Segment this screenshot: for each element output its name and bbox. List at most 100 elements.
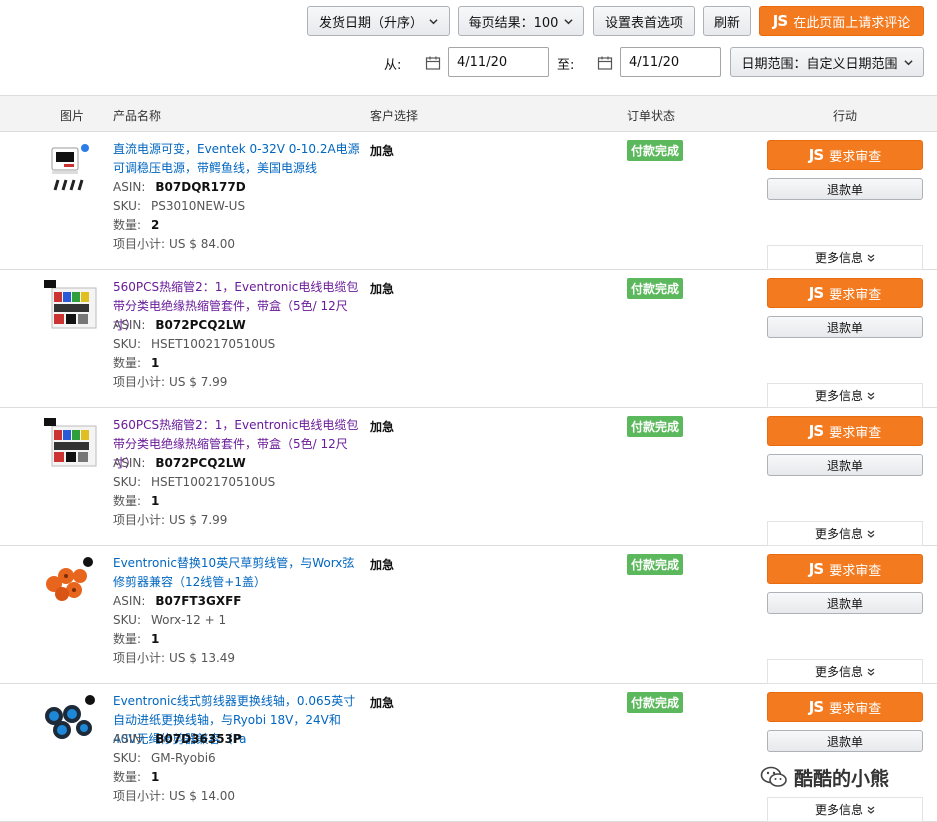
subtotal-line: 项目小计: US $ 14.00 [113, 787, 235, 806]
table-row: Eventronic线式剪线器更换线轴，0.065英寸自动进纸更换线轴，与Ryo… [0, 684, 937, 822]
quantity-label: 数量: [113, 770, 142, 784]
refund-label: 退款单 [826, 182, 863, 197]
to-label: 至: [557, 58, 575, 73]
request-review-button[interactable]: JS 要求审查 [767, 554, 923, 584]
more-info-button[interactable]: 更多信息 [767, 245, 923, 270]
request-reviews-label: 在此页面上请求评论 [793, 15, 911, 31]
column-header-status: 订单状态 [627, 109, 676, 123]
refund-label: 退款单 [826, 458, 863, 473]
refund-button[interactable]: 退款单 [767, 592, 923, 614]
asin-value: B07DQR177D [155, 180, 246, 194]
refresh-button[interactable]: 刷新 [703, 6, 751, 36]
request-review-button[interactable]: JS 要求审查 [767, 278, 923, 308]
from-date-input[interactable]: 4/11/20 [448, 47, 549, 77]
customer-option: 加急 [370, 420, 395, 434]
per-page-label: 每页结果：100 [468, 15, 559, 31]
product-image[interactable] [40, 694, 100, 754]
table-header: 图片 产品名称 客户选择 订单状态 行动 [0, 95, 937, 132]
double-chevron-down-icon [867, 254, 875, 262]
request-review-button[interactable]: JS 要求审查 [767, 140, 923, 170]
request-review-button[interactable]: JS 要求审查 [767, 692, 923, 722]
status-badge: 付款完成 [627, 416, 684, 437]
request-review-label: 要求审查 [829, 563, 882, 579]
asin-line: ASIN: B07D36353P [113, 730, 242, 749]
product-image[interactable] [40, 418, 100, 478]
sku-line: SKU: HSET1002170510US [113, 473, 275, 492]
quantity-line: 数量: 1 [113, 768, 159, 787]
js-logo-icon: JS [808, 422, 824, 440]
table-row: 560PCS热缩管2：1，Eventronic电线电缆包带分类电绝缘热缩管套件，… [0, 408, 937, 546]
subtotal-label: 项目小计: [113, 375, 166, 389]
quantity-value: 1 [151, 356, 160, 370]
chevron-down-icon [564, 18, 574, 24]
product-title-link[interactable]: 直流电源可变，Eventek 0-32V 0-10.2A电源可调稳压电源，带鳄鱼… [113, 140, 363, 178]
request-review-label: 要求审查 [829, 149, 882, 165]
more-info-button[interactable]: 更多信息 [767, 383, 923, 408]
per-page-dropdown[interactable]: 每页结果：100 [458, 6, 584, 36]
toolbar: 发货日期（升序） 每页结果：100 设置表首选项 刷新 JS 在此页面上请求评论… [0, 0, 937, 92]
sku-value: GM-Ryobi6 [151, 751, 216, 765]
heat-shrink-kit-icon [44, 280, 97, 329]
request-review-label: 要求审查 [829, 701, 882, 717]
column-header-action: 行动 [833, 109, 858, 123]
subtotal-label: 项目小计: [113, 789, 166, 803]
more-info-button[interactable]: 更多信息 [767, 659, 923, 684]
sku-label: SKU: [113, 199, 141, 213]
sku-line: SKU: PS3010NEW-US [113, 197, 245, 216]
quantity-label: 数量: [113, 632, 142, 646]
more-info-label: 更多信息 [814, 251, 863, 265]
product-image[interactable] [40, 142, 100, 202]
subtotal-value: US $ 14.00 [169, 789, 236, 803]
subtotal-line: 项目小计: US $ 7.99 [113, 373, 227, 392]
quantity-value: 2 [151, 218, 160, 232]
table-row: 直流电源可变，Eventek 0-32V 0-10.2A电源可调稳压电源，带鳄鱼… [0, 132, 937, 270]
asin-value: B072PCQ2LW [155, 318, 246, 332]
subtotal-value: US $ 7.99 [169, 375, 228, 389]
product-title-link[interactable]: Eventronic替换10英尺草剪线管，与Worx弦修剪器兼容（12线管+1盖… [113, 554, 363, 592]
date-range-dropdown[interactable]: 日期范围：自定义日期范围 [730, 47, 924, 77]
refund-button[interactable]: 退款单 [767, 454, 923, 476]
sku-label: SKU: [113, 751, 141, 765]
asin-label: ASIN: [113, 456, 146, 470]
refund-button[interactable]: 退款单 [767, 730, 923, 752]
refund-button[interactable]: 退款单 [767, 178, 923, 200]
asin-label: ASIN: [113, 732, 146, 746]
chevron-down-icon [429, 18, 438, 24]
request-reviews-page-button[interactable]: JS 在此页面上请求评论 [759, 6, 924, 36]
to-date-input[interactable]: 4/11/20 [620, 47, 721, 77]
status-badge: 付款完成 [627, 278, 684, 299]
js-logo-icon: JS [808, 146, 824, 164]
product-image[interactable] [40, 280, 100, 340]
refund-button[interactable]: 退款单 [767, 316, 923, 338]
product-image[interactable] [40, 556, 100, 616]
request-review-button[interactable]: JS 要求审查 [767, 416, 923, 446]
double-chevron-down-icon [867, 530, 875, 538]
more-info-label: 更多信息 [814, 389, 863, 403]
chevron-down-icon [903, 59, 913, 65]
watermark: 酷酷的小熊 [760, 762, 930, 792]
subtotal-value: US $ 84.00 [169, 237, 236, 251]
quantity-line: 数量: 1 [113, 630, 159, 649]
subtotal-label: 项目小计: [113, 513, 166, 527]
more-info-label: 更多信息 [814, 665, 863, 679]
more-info-button[interactable]: 更多信息 [767, 521, 923, 546]
sort-label: 发货日期（升序） [318, 15, 423, 31]
double-chevron-down-icon [867, 392, 875, 400]
status-badge: 付款完成 [627, 140, 684, 161]
sort-dropdown[interactable]: 发货日期（升序） [307, 6, 450, 36]
more-info-button[interactable]: 更多信息 [767, 797, 923, 822]
sku-value: Worx-12 + 1 [151, 613, 227, 627]
table-settings-button[interactable]: 设置表首选项 [593, 6, 695, 36]
settings-label: 设置表首选项 [604, 15, 683, 31]
sku-line: SKU: GM-Ryobi6 [113, 749, 216, 768]
calendar-icon[interactable] [597, 55, 613, 71]
sku-line: SKU: HSET1002170510US [113, 335, 275, 354]
column-header-product: 产品名称 [113, 109, 162, 123]
watermark-text: 酷酷的小熊 [794, 767, 890, 790]
status-badge: 付款完成 [627, 692, 684, 713]
subtotal-line: 项目小计: US $ 7.99 [113, 511, 227, 530]
customer-option: 加急 [370, 144, 395, 158]
refund-label: 退款单 [826, 596, 863, 611]
js-logo-icon: JS [772, 12, 788, 30]
calendar-icon[interactable] [425, 55, 441, 71]
